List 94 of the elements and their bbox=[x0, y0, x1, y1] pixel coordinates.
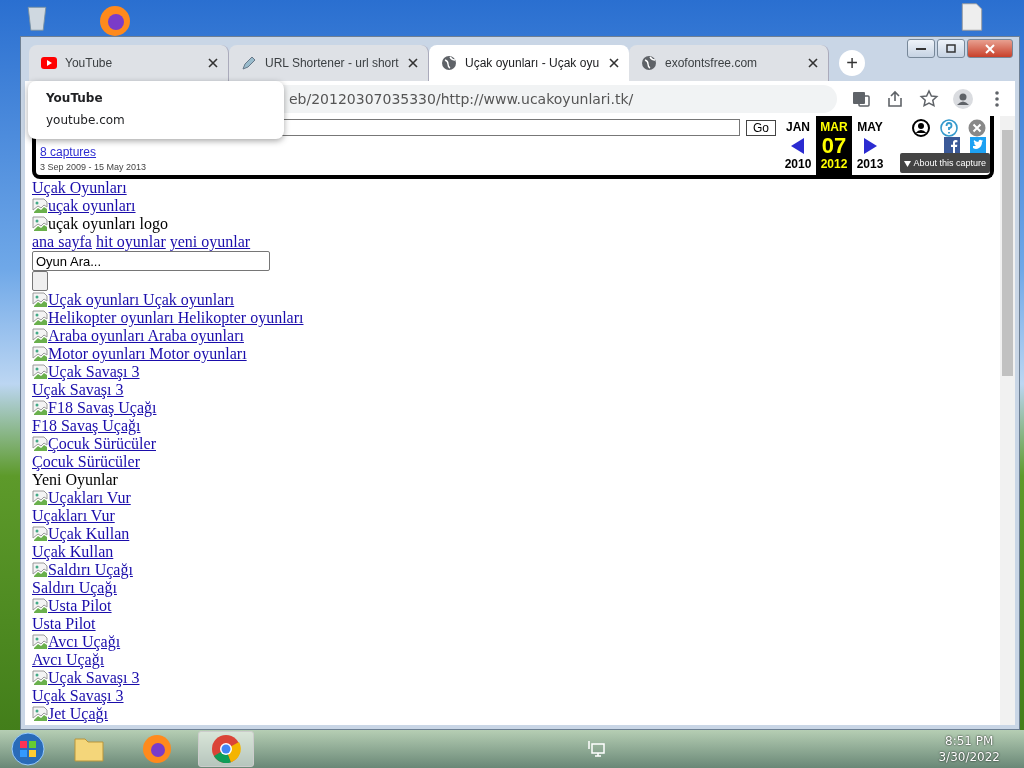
image-alt-text: uçak oyunları logo bbox=[32, 215, 168, 233]
caret-icon bbox=[904, 160, 912, 167]
broken-image-icon bbox=[32, 216, 48, 232]
nav-link[interactable]: ana sayfa bbox=[32, 233, 92, 251]
image-link[interactable]: F18 Savaş Uçağı bbox=[32, 399, 157, 417]
image-link[interactable]: Uçak Kullan bbox=[32, 525, 130, 543]
image-link[interactable]: Uçakları Vur bbox=[32, 489, 131, 507]
firefox-icon[interactable] bbox=[142, 734, 172, 764]
image-link[interactable]: Uçak Savaşı 3 bbox=[32, 363, 140, 381]
facebook-icon[interactable] bbox=[944, 137, 960, 153]
scrollbar-thumb[interactable] bbox=[1002, 130, 1013, 376]
game-link[interactable]: F18 Savaş Uçağı bbox=[32, 417, 141, 435]
month-column[interactable]: MAY 2013 bbox=[852, 116, 888, 175]
next-arrow-icon[interactable] bbox=[863, 137, 877, 154]
month-column[interactable]: MAR 07 2012 bbox=[816, 116, 852, 175]
game-link[interactable]: Çocuk Sürücüler bbox=[32, 453, 140, 471]
twitter-icon[interactable] bbox=[970, 137, 986, 153]
image-link[interactable]: Avcı Uçağı bbox=[32, 633, 121, 651]
image-link[interactable]: Saldırı Uçağı bbox=[32, 561, 133, 579]
nav-link[interactable]: yeni oyunlar bbox=[169, 233, 251, 251]
image-link[interactable]: Helikopter oyunları Helikopter oyunları bbox=[32, 309, 304, 327]
day-number: 07 bbox=[821, 136, 847, 155]
pen-icon bbox=[241, 55, 257, 71]
broken-image-icon bbox=[32, 634, 48, 650]
close-button[interactable] bbox=[967, 39, 1013, 58]
game-link[interactable]: Uçak Savaşı 3 bbox=[32, 687, 124, 705]
maximize-button[interactable] bbox=[937, 39, 965, 58]
new-tab-button[interactable]: + bbox=[839, 50, 865, 76]
close-icon[interactable] bbox=[609, 58, 619, 68]
broken-image-icon bbox=[32, 198, 48, 214]
previous-arrow-icon[interactable] bbox=[791, 137, 805, 154]
game-link[interactable]: Uçak Oyunları bbox=[32, 179, 127, 197]
browser-tab[interactable]: YouTube bbox=[29, 45, 229, 81]
broken-image-icon bbox=[32, 526, 48, 542]
nav-link[interactable]: hit oyunlar bbox=[95, 233, 166, 251]
broken-image-icon bbox=[32, 490, 48, 506]
broken-image-icon bbox=[32, 562, 48, 578]
search-button[interactable] bbox=[32, 271, 48, 291]
chrome-icon[interactable] bbox=[211, 734, 241, 764]
game-link[interactable]: Uçakları Vur bbox=[32, 507, 115, 525]
close-icon[interactable] bbox=[808, 58, 818, 68]
image-link[interactable]: Motor oyunları Motor oyunları bbox=[32, 345, 247, 363]
tooltip-url: youtube.com bbox=[46, 113, 126, 127]
image-link[interactable]: Uçak oyunları Uçak oyunları bbox=[32, 291, 235, 309]
month-column[interactable]: JAN 2010 bbox=[780, 116, 816, 175]
search-field[interactable]: Oyun Ara... bbox=[32, 251, 270, 271]
date-range: 3 Sep 2009 - 15 May 2013 bbox=[40, 162, 148, 173]
browser-tab[interactable]: Uçak oyunları - Uçak oyu bbox=[429, 45, 629, 81]
tooltip-title: YouTube bbox=[46, 91, 104, 105]
broken-image-icon bbox=[32, 706, 48, 722]
game-link[interactable]: Saldırı Uçağı bbox=[32, 579, 117, 597]
close-icon[interactable] bbox=[408, 58, 418, 68]
broken-image-icon bbox=[32, 328, 48, 344]
broken-image-icon bbox=[32, 436, 48, 452]
game-link[interactable]: Uçak Kullan bbox=[32, 543, 114, 561]
browser-tab[interactable]: URL Shortener - url short bbox=[229, 45, 429, 81]
game-link[interactable]: Usta Pilot bbox=[32, 615, 96, 633]
network-icon[interactable] bbox=[586, 740, 607, 758]
share-icon[interactable] bbox=[885, 88, 905, 109]
broken-image-icon bbox=[32, 310, 48, 326]
help-icon[interactable] bbox=[940, 119, 958, 137]
folder-icon[interactable] bbox=[73, 735, 105, 763]
close-icon bbox=[985, 43, 995, 54]
about-capture-button[interactable]: About this capture bbox=[900, 153, 990, 173]
image-link[interactable]: Jet Uçağı bbox=[32, 705, 108, 723]
image-link[interactable]: Usta Pilot bbox=[32, 597, 112, 615]
game-link[interactable]: Avcı Uçağı bbox=[32, 651, 105, 669]
browser-tab[interactable]: exofontsfree.com bbox=[629, 45, 829, 81]
maximize-icon bbox=[946, 44, 956, 53]
broken-image-icon bbox=[32, 598, 48, 614]
star-icon[interactable] bbox=[919, 88, 939, 109]
globe-icon bbox=[441, 55, 457, 71]
go-button[interactable]: Go bbox=[746, 119, 776, 136]
section-heading: Yeni Oyunlar bbox=[32, 471, 118, 489]
scrollbar[interactable] bbox=[1000, 116, 1015, 725]
profile-icon[interactable] bbox=[953, 88, 973, 109]
image-link[interactable]: uçak oyunları bbox=[32, 197, 136, 215]
play-icon bbox=[41, 57, 57, 69]
close-icon[interactable] bbox=[208, 58, 218, 68]
image-link[interactable]: Çocuk Sürücüler bbox=[32, 435, 156, 453]
user-icon[interactable] bbox=[912, 119, 930, 137]
captures-link[interactable]: 8 captures bbox=[40, 143, 776, 161]
image-link[interactable]: Uçak Savaşı 3 bbox=[32, 669, 140, 687]
broken-image-icon bbox=[32, 364, 48, 380]
game-link[interactable]: Uçak Savaşı 3 bbox=[32, 381, 124, 399]
broken-image-icon bbox=[32, 292, 48, 308]
broken-image-icon bbox=[32, 670, 48, 686]
broken-image-icon bbox=[32, 346, 48, 362]
start-button[interactable] bbox=[8, 731, 48, 767]
image-link[interactable]: Araba oyunları Araba oyunları bbox=[32, 327, 244, 345]
broken-image-icon bbox=[32, 400, 48, 416]
firefox-icon[interactable] bbox=[98, 4, 132, 38]
globe-icon bbox=[641, 55, 657, 71]
minimize-button[interactable] bbox=[907, 39, 935, 58]
